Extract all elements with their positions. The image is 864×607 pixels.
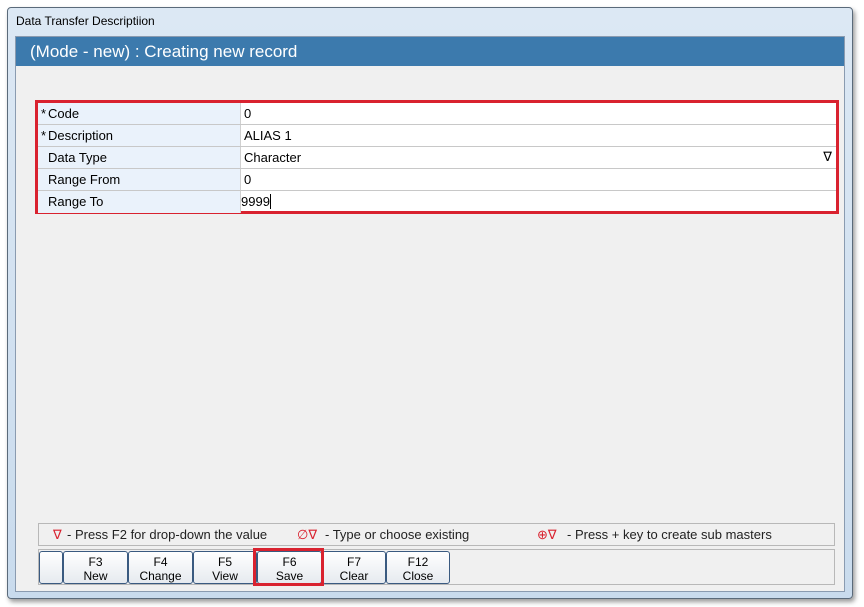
button-label: Clear [339, 569, 369, 583]
dropdown-legend-text: - Press F2 for drop-down the value [67, 527, 268, 542]
dropdown-legend-icon: ∇ [53, 527, 62, 542]
key-label: F4 [153, 555, 168, 569]
button-label: New [83, 569, 108, 583]
key-label: F3 [88, 555, 103, 569]
close-button[interactable]: F12 Close [386, 551, 450, 584]
description-input[interactable]: ALIAS 1 [241, 125, 836, 146]
field-description: * Description ALIAS 1 [38, 125, 836, 147]
data-type-select[interactable]: Character ∇ [241, 147, 836, 168]
change-button[interactable]: F4 Change [128, 551, 193, 584]
existing-legend-icon: ∅∇ [297, 527, 318, 542]
data-type-value: Character [244, 150, 302, 165]
function-key-bar: F3 New F4 Change F5 View F6 Save F7 Clear F12… [38, 548, 835, 586]
range-from-input[interactable]: 0 [241, 169, 836, 190]
clear-button[interactable]: F7 Clear [322, 551, 386, 584]
field-label: Data Type [48, 150, 108, 165]
dialog-window: Data Transfer Descriptiion (Mode - new) … [7, 7, 853, 599]
field-range-from: Range From 0 [38, 169, 836, 191]
key-label: F7 [346, 555, 361, 569]
key-label: F5 [217, 555, 232, 569]
window-title: Data Transfer Descriptiion [16, 14, 155, 28]
key-label: F12 [407, 555, 429, 569]
mode-header: (Mode - new) : Creating new record [16, 37, 844, 66]
blank-button[interactable] [39, 551, 63, 584]
text-caret [269, 194, 271, 209]
legend-bar: ∇ - Press F2 for drop-down the value ∅∇ … [38, 523, 835, 546]
range-to-value: 9999 [241, 194, 270, 209]
client-area: (Mode - new) : Creating new record * Code… [15, 36, 845, 592]
dropdown-icon[interactable]: ∇ [823, 149, 832, 165]
existing-legend-text: - Type or choose existing [325, 527, 470, 542]
required-marker: * [41, 106, 47, 121]
field-label: Code [48, 106, 80, 121]
field-range-to: Range To 9999 [38, 191, 836, 213]
field-data-type: Data Type Character ∇ [38, 147, 836, 169]
new-button[interactable]: F3 New [63, 551, 128, 584]
required-marker: * [41, 128, 47, 143]
view-button[interactable]: F5 View [193, 551, 257, 584]
field-code: * Code 0 [38, 103, 836, 125]
code-input[interactable]: 0 [241, 103, 836, 124]
field-label: Description [48, 128, 114, 143]
submaster-legend-icon: ⊕∇ [537, 527, 557, 542]
save-highlight [253, 548, 324, 586]
submaster-legend-text: - Press + key to create sub masters [567, 527, 772, 542]
button-label: Change [139, 569, 182, 583]
field-label: Range From [48, 172, 121, 187]
button-label: Close [402, 569, 434, 583]
range-to-input[interactable]: 9999 [241, 191, 836, 213]
record-form: * Code 0 * Description ALIAS 1 Data Type C… [35, 100, 839, 214]
button-label: View [212, 569, 238, 583]
field-label: Range To [48, 194, 104, 209]
